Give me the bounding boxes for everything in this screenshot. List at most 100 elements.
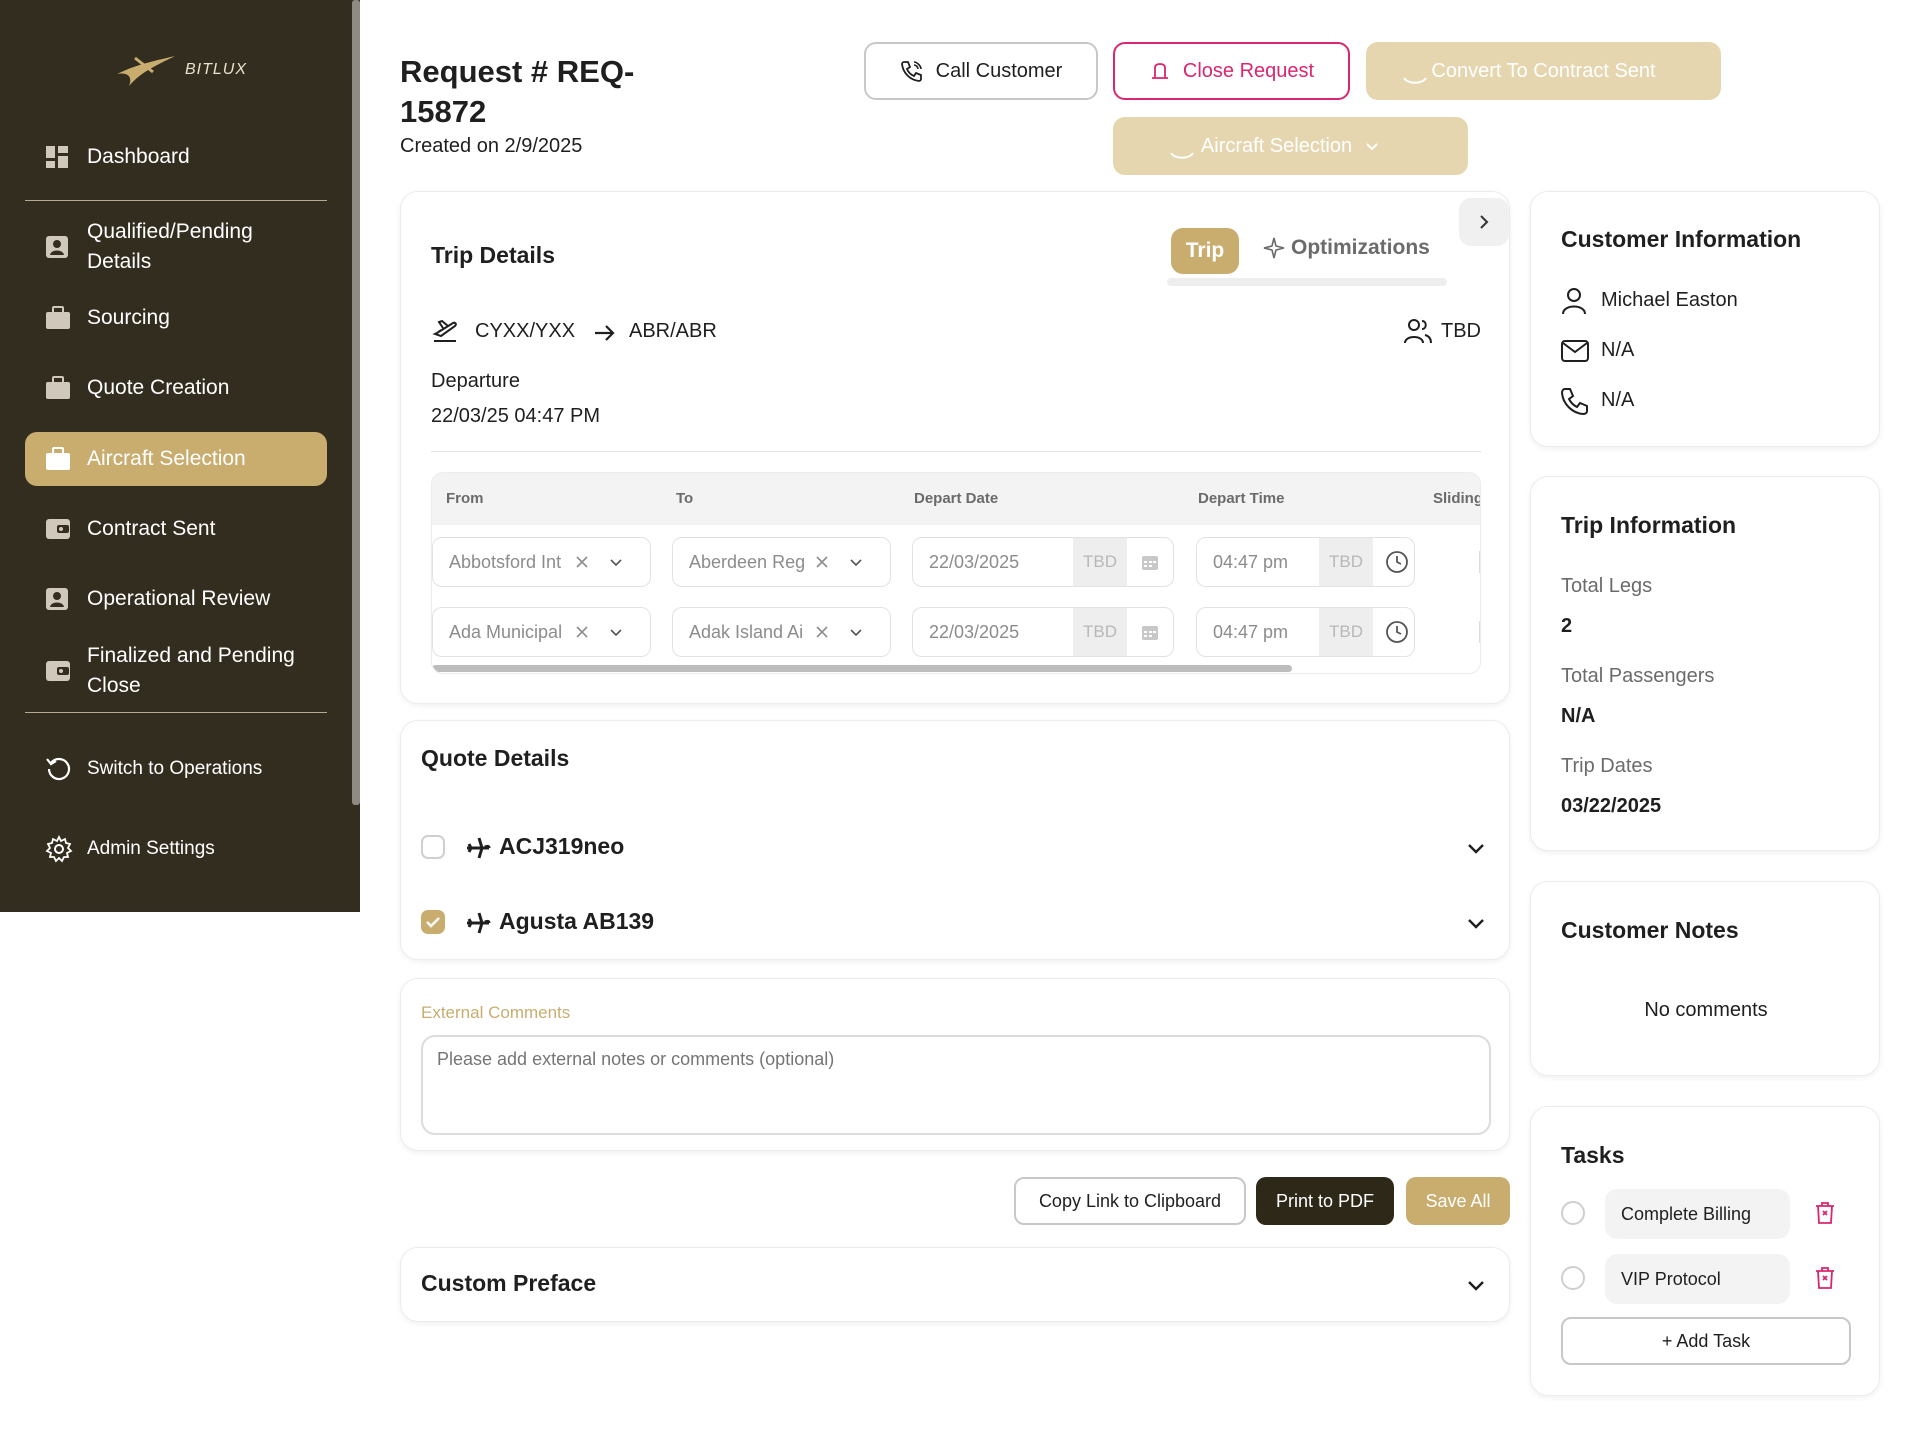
leg-1-sliding-control[interactable] — [1479, 551, 1480, 573]
admin-settings-button[interactable]: Admin Settings — [25, 834, 327, 864]
leg-1-date-tbd-toggle[interactable]: TBD — [1073, 538, 1127, 586]
print-pdf-button[interactable]: Print to PDF — [1256, 1177, 1394, 1225]
sidebar-item-sourcing[interactable]: Sourcing — [25, 303, 327, 333]
tab-indicator-track — [1167, 278, 1447, 286]
phone-call-icon — [900, 61, 922, 82]
sidebar-item-operational-review[interactable]: Operational Review — [25, 584, 327, 614]
external-comments-textarea[interactable] — [421, 1035, 1491, 1135]
section-divider — [431, 451, 1481, 452]
horizontal-scrollbar[interactable] — [432, 665, 1292, 672]
leg-2-from-select[interactable]: Ada Municipal — [432, 607, 651, 657]
total-legs-label: Total Legs — [1561, 575, 1653, 597]
expand-panel-button[interactable] — [1459, 198, 1509, 246]
save-all-button[interactable]: Save All — [1406, 1177, 1510, 1225]
task-checkbox[interactable] — [1561, 1201, 1585, 1225]
clear-icon[interactable] — [815, 555, 829, 569]
sidebar-item-dashboard[interactable]: Dashboard — [25, 142, 327, 172]
call-customer-label: Call Customer — [935, 59, 1063, 82]
brand-logo[interactable]: BITLUX — [115, 52, 247, 88]
quote-item-checkbox[interactable] — [421, 835, 445, 859]
airplane-icon — [467, 837, 491, 859]
leg-2-date-tbd-toggle[interactable]: TBD — [1073, 608, 1127, 656]
clear-icon[interactable] — [575, 555, 589, 569]
task-label[interactable]: Complete Billing — [1605, 1189, 1790, 1239]
print-pdf-label: Print to PDF — [1275, 1190, 1375, 1211]
chevron-down-icon[interactable] — [609, 625, 623, 639]
task-checkbox[interactable] — [1561, 1266, 1585, 1290]
custom-preface-card[interactable]: Custom Preface — [400, 1247, 1510, 1322]
trip-dates-label: Trip Dates — [1561, 755, 1653, 777]
calendar-icon[interactable] — [1141, 623, 1159, 641]
calendar-icon[interactable] — [1141, 553, 1159, 571]
checkmark-icon — [426, 917, 440, 928]
task-label[interactable]: VIP Protocol — [1605, 1254, 1790, 1304]
page-title: Request # REQ-15872 — [400, 54, 635, 129]
close-request-button[interactable]: Close Request — [1113, 42, 1350, 100]
chevron-down-icon[interactable] — [849, 555, 863, 569]
gear-icon — [45, 835, 75, 863]
leg-1-to-select[interactable]: Aberdeen Reg — [672, 537, 891, 587]
legs-table: From To Depart Date Depart Time Sliding … — [431, 472, 1481, 674]
switch-to-operations-button[interactable]: Switch to Operations — [25, 754, 327, 784]
chevron-down-icon[interactable] — [1465, 1274, 1487, 1296]
sidebar-scrollbar[interactable] — [352, 0, 360, 805]
total-passengers-label: Total Passengers — [1561, 665, 1715, 687]
customer-notes-card: Customer Notes No comments — [1530, 881, 1880, 1076]
call-customer-button[interactable]: Call Customer — [864, 42, 1098, 100]
sidebar-item-label: Quote Creation — [87, 376, 230, 399]
copy-link-button[interactable]: Copy Link to Clipboard — [1014, 1177, 1246, 1225]
leg-2-time-value: 04:47 pm — [1213, 621, 1289, 642]
leg-2-time-tbd-toggle[interactable]: TBD — [1319, 608, 1373, 656]
user-card-icon — [45, 587, 75, 611]
sidebar-item-label: Operational Review — [87, 587, 271, 610]
add-task-button[interactable]: + Add Task — [1561, 1317, 1851, 1365]
chevron-down-icon[interactable] — [609, 555, 623, 569]
convert-to-contract-button[interactable]: Convert To Contract Sent — [1366, 42, 1721, 100]
created-date: Created on 2/9/2025 — [400, 135, 583, 157]
trip-details-title: Trip Details — [431, 242, 555, 268]
sidebar-item-label: Aircraft Selection — [87, 447, 246, 470]
tab-optimizations[interactable]: Optimizations — [1263, 236, 1430, 260]
chevron-down-icon[interactable] — [849, 625, 863, 639]
clear-icon[interactable] — [815, 625, 829, 639]
convert-to-contract-label: Convert To Contract Sent — [1431, 59, 1656, 82]
column-header-sliding: Sliding — [1433, 490, 1481, 507]
leg-1-date-input[interactable]: 22/03/2025 TBD — [912, 537, 1174, 587]
sidebar-item-finalized-pending-close[interactable]: Finalized and Pending Close — [25, 640, 327, 702]
tab-trip[interactable]: Trip — [1171, 228, 1239, 274]
sidebar-item-label: Admin Settings — [87, 838, 215, 859]
leg-1-time-input[interactable]: 04:47 pm TBD — [1196, 537, 1415, 587]
phone-icon — [1561, 388, 1588, 415]
leg-1-from-select[interactable]: Abbotsford Int — [432, 537, 651, 587]
sidebar-item-qualified-pending[interactable]: Qualified/Pending Details — [25, 216, 327, 278]
leg-1-time-tbd-toggle[interactable]: TBD — [1319, 538, 1373, 586]
leg-2-time-input[interactable]: 04:47 pm TBD — [1196, 607, 1415, 657]
sidebar-item-aircraft-selection[interactable]: Aircraft Selection — [25, 432, 327, 486]
customer-name: Michael Easton — [1601, 289, 1738, 311]
sidebar-item-label: Qualified/Pending Details — [87, 220, 253, 273]
chevron-down-icon[interactable] — [1465, 912, 1487, 934]
sidebar-item-quote-creation[interactable]: Quote Creation — [25, 373, 327, 403]
customer-information-title: Customer Information — [1561, 226, 1802, 252]
customer-email: N/A — [1601, 339, 1635, 361]
plane-takeoff-icon — [432, 319, 457, 342]
aircraft-selection-dropdown[interactable]: Aircraft Selection — [1113, 117, 1468, 175]
leg-2-sliding-control[interactable] — [1479, 621, 1480, 643]
user-card-icon — [45, 235, 75, 259]
trip-dates-value: 03/22/2025 — [1561, 795, 1662, 817]
sidebar-item-contract-sent[interactable]: Contract Sent — [25, 514, 327, 544]
clock-icon[interactable] — [1385, 620, 1409, 644]
trash-icon[interactable] — [1814, 1201, 1836, 1225]
column-header-depart-time: Depart Time — [1198, 490, 1285, 507]
external-comments-card: External Comments — [400, 978, 1510, 1151]
sidebar-item-label: Sourcing — [87, 306, 170, 329]
clock-icon[interactable] — [1385, 550, 1409, 574]
departure-value: 22/03/25 04:47 PM — [431, 405, 601, 427]
quote-item-checkbox[interactable] — [421, 910, 445, 934]
custom-preface-title: Custom Preface — [421, 1270, 597, 1296]
leg-2-to-select[interactable]: Adak Island Ai — [672, 607, 891, 657]
trash-icon[interactable] — [1814, 1266, 1836, 1290]
leg-2-date-input[interactable]: 22/03/2025 TBD — [912, 607, 1174, 657]
chevron-down-icon[interactable] — [1465, 837, 1487, 859]
clear-icon[interactable] — [575, 625, 589, 639]
